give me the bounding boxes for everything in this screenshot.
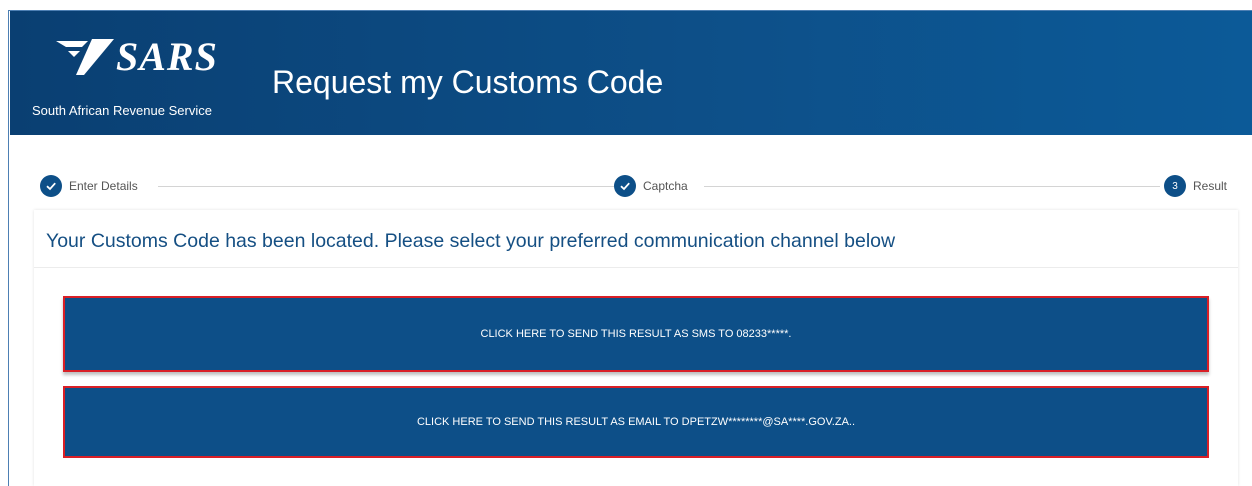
step-number-badge: 3 [1164,175,1186,197]
page-title: Request my Customs Code [272,64,664,100]
progress-stepper: Enter Details Captcha 3 Result [40,175,1234,197]
step-enter-details: Enter Details [40,175,144,197]
send-email-button[interactable]: CLICK HERE TO SEND THIS RESULT AS EMAIL … [63,386,1209,458]
result-message: Your Customs Code has been located. Plea… [46,230,896,252]
step-result: 3 Result [1164,175,1234,197]
sars-logo[interactable]: SARS South African Revenue Service [32,35,252,125]
step-label: Result [1193,179,1228,193]
sars-arrow-icon [56,39,114,75]
step-captcha: Captcha [614,175,694,197]
divider [34,267,1238,268]
step-label: Enter Details [69,179,138,193]
org-name: South African Revenue Service [32,103,212,118]
send-sms-button[interactable]: CLICK HERE TO SEND THIS RESULT AS SMS TO… [63,296,1209,372]
step-label: Captcha [643,179,688,193]
result-panel: Your Customs Code has been located. Plea… [34,210,1238,486]
logo-wordmark: SARS [116,34,218,79]
check-circle-icon [614,175,636,197]
stepper-connector [158,186,620,187]
page-header: SARS South African Revenue Service Reque… [10,11,1252,135]
stepper-connector [704,186,1160,187]
check-circle-icon [40,175,62,197]
